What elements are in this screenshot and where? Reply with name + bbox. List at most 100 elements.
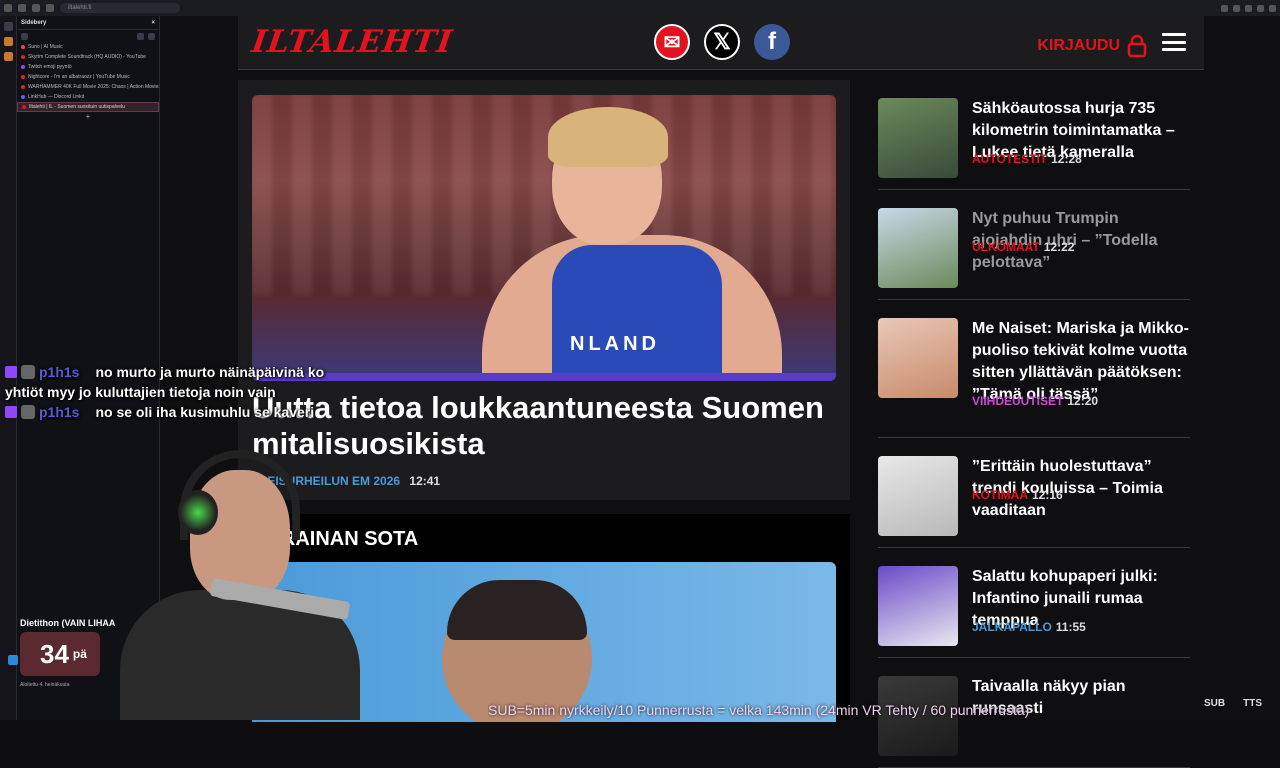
article-thumbnail[interactable] (878, 98, 958, 178)
article-category[interactable]: AUTOTESTIT (972, 152, 1047, 166)
sidebery-icon[interactable] (3, 22, 13, 31)
chat-username: p1h1s (39, 404, 80, 420)
article-thumbnail[interactable] (878, 318, 958, 398)
url-bar[interactable]: iltalehti.fi (60, 3, 180, 13)
article-time: 11:55 (1055, 620, 1086, 634)
tab-label: Nightcore - I'm an albatraozz | YouTube … (28, 74, 130, 80)
article-thumbnail[interactable] (878, 208, 958, 288)
event-subtitle: Aloitettu 4. heinäkuuta (20, 682, 70, 688)
athlete-hair (548, 107, 668, 167)
chat-text: no se oli iha kusimuhlu se kaveri (95, 404, 315, 420)
article-hero-image[interactable]: NLAND (252, 95, 836, 381)
article-category[interactable]: ULKOMAAT (972, 240, 1040, 254)
menu-bar (1162, 48, 1186, 51)
tab-label: Skyrim Complete Soundtrack (HQ AUDIO) - … (28, 54, 146, 60)
main-article-card[interactable]: NLAND Uutta tietoa loukkaantuneesta Suom… (238, 80, 850, 500)
favicon-icon (21, 95, 25, 99)
sidebery-tab[interactable]: Skyrim Complete Soundtrack (HQ AUDIO) - … (17, 52, 159, 62)
extension-icon[interactable] (1221, 4, 1228, 12)
favicon-icon (21, 85, 25, 89)
sidebery-header: Sidebery × (17, 16, 159, 30)
tts-label: TTS (1243, 698, 1262, 709)
new-tab-button[interactable]: + (17, 112, 159, 122)
extension-icon[interactable] (1245, 4, 1252, 12)
gear-icon[interactable] (148, 32, 155, 40)
chat-username: p1h1s (39, 364, 80, 380)
mail-icon: ✉ (663, 31, 681, 54)
close-icon[interactable]: × (151, 20, 155, 26)
extension-icons (1221, 4, 1276, 12)
menu-bar (1162, 40, 1186, 44)
side-article-meta: KOTIMAA 12:16 (972, 488, 1063, 502)
chat-text: no murto ja murto näinäpäivinä ko (95, 364, 325, 380)
home-icon[interactable] (46, 4, 54, 12)
mail-share-button[interactable]: ✉ (654, 24, 690, 60)
extension-icon[interactable] (1233, 4, 1240, 12)
side-article-meta: JALKAPALLO 11:55 (972, 620, 1086, 634)
side-article[interactable]: ”Erittäin huolestuttava” trendi kouluiss… (878, 438, 1190, 548)
article-time: 12:16 (1032, 488, 1063, 502)
athlete-shirt (552, 245, 722, 381)
side-article-list: Sähköautossa hurja 735 kilometrin toimin… (878, 80, 1190, 768)
article-category[interactable]: KOTIMAA (972, 488, 1028, 502)
back-icon[interactable] (4, 4, 12, 12)
user-badge-icon (21, 365, 35, 379)
extension-icon[interactable] (3, 37, 13, 46)
menu-icon[interactable] (1162, 33, 1186, 51)
sidebery-tab[interactable]: WARHAMMER 40K Full Movie 2025: Chaos | A… (17, 82, 159, 92)
login-label: KIRJAUDU (1037, 37, 1120, 54)
sidebery-tab-list: Suno | AI Music Skyrim Complete Soundtrac… (17, 42, 159, 112)
stream-ticker: SUB=5min nyrkkeily/10 Punnerrusta = velk… (488, 702, 1030, 718)
article-thumbnail[interactable] (878, 566, 958, 646)
menu-icon[interactable] (1269, 4, 1276, 12)
sidebery-tab[interactable]: Nightcore - I'm an albatraozz | YouTube … (17, 72, 159, 82)
user-badge-icon (21, 405, 35, 419)
sidebery-tab[interactable]: Suno | AI Music (17, 42, 159, 52)
article-category[interactable]: VIIHDEUUTISET (972, 394, 1063, 408)
extension-icon[interactable] (3, 52, 13, 61)
side-article-title[interactable]: Me Naiset: Mariska ja Mikko-puoliso teki… (972, 318, 1192, 406)
person-hair (447, 580, 587, 640)
favicon-icon (21, 65, 25, 69)
article-category[interactable]: JALKAPALLO (972, 620, 1052, 634)
site-header: ILTALEHTI ✉ 𝕏 f KIRJAUDU (238, 16, 1204, 70)
article-thumbnail[interactable] (878, 456, 958, 536)
article-time: 12:20 (1067, 394, 1099, 408)
tab-label: Twitch emoji pyyntö (28, 64, 72, 70)
favicon-icon (21, 45, 25, 49)
chat-message: yhtiöt myy jo kuluttajien tietoja noin v… (5, 382, 335, 402)
browser-toolbar: iltalehti.fi (0, 0, 1280, 16)
tab-label: LinkHub — Discord Linkit (28, 94, 85, 100)
extension-icon[interactable] (1257, 4, 1264, 12)
site-logo[interactable]: ILTALEHTI (249, 24, 455, 60)
settings-icon[interactable] (137, 32, 144, 40)
x-share-button[interactable]: 𝕏 (704, 24, 740, 60)
shirt-text: NLAND (570, 333, 660, 355)
article-time: 12:22 (1043, 240, 1075, 254)
article-time: 12:28 (1051, 152, 1082, 166)
side-article[interactable]: Salattu kohupaperi julki: Infantino juna… (878, 548, 1190, 658)
sidebery-tab[interactable]: LinkHub — Discord Linkit (17, 92, 159, 102)
login-button[interactable]: KIRJAUDU (1037, 34, 1148, 58)
facebook-share-button[interactable]: f (754, 24, 790, 60)
sidebery-tab[interactable]: Twitch emoji pyyntö (17, 62, 159, 72)
chat-message: p1h1s no se oli iha kusimuhlu se kaveri (5, 402, 335, 422)
side-article[interactable]: Nyt puhuu Trumpin ajojahdin uhri – ”Tode… (878, 190, 1190, 300)
menu-bar (1162, 33, 1186, 36)
webcam-overlay (100, 440, 360, 720)
forward-icon[interactable] (18, 4, 26, 12)
facebook-icon: f (768, 28, 776, 55)
article-time: 12:41 (409, 474, 441, 488)
panel-icon[interactable] (21, 32, 28, 40)
favicon-icon (21, 55, 25, 59)
event-count-unit: pä (72, 647, 87, 661)
sub-label: SUB (1203, 698, 1226, 709)
side-article-meta: VIIHDEUUTISET 12:20 (972, 394, 1098, 408)
sidebery-tab[interactable]: Iltalehti | IL - Suomen suosituin uutisp… (17, 102, 159, 112)
tab-label: Iltalehti | IL - Suomen suosituin uutisp… (29, 104, 125, 110)
chat-text: yhtiöt myy jo kuluttajien tietoja noin v… (5, 384, 276, 400)
side-article[interactable]: Me Naiset: Mariska ja Mikko-puoliso teki… (878, 300, 1190, 438)
reload-icon[interactable] (32, 4, 40, 12)
side-article[interactable]: Sähköautossa hurja 735 kilometrin toimin… (878, 80, 1190, 190)
sidebery-title: Sidebery (21, 19, 47, 26)
